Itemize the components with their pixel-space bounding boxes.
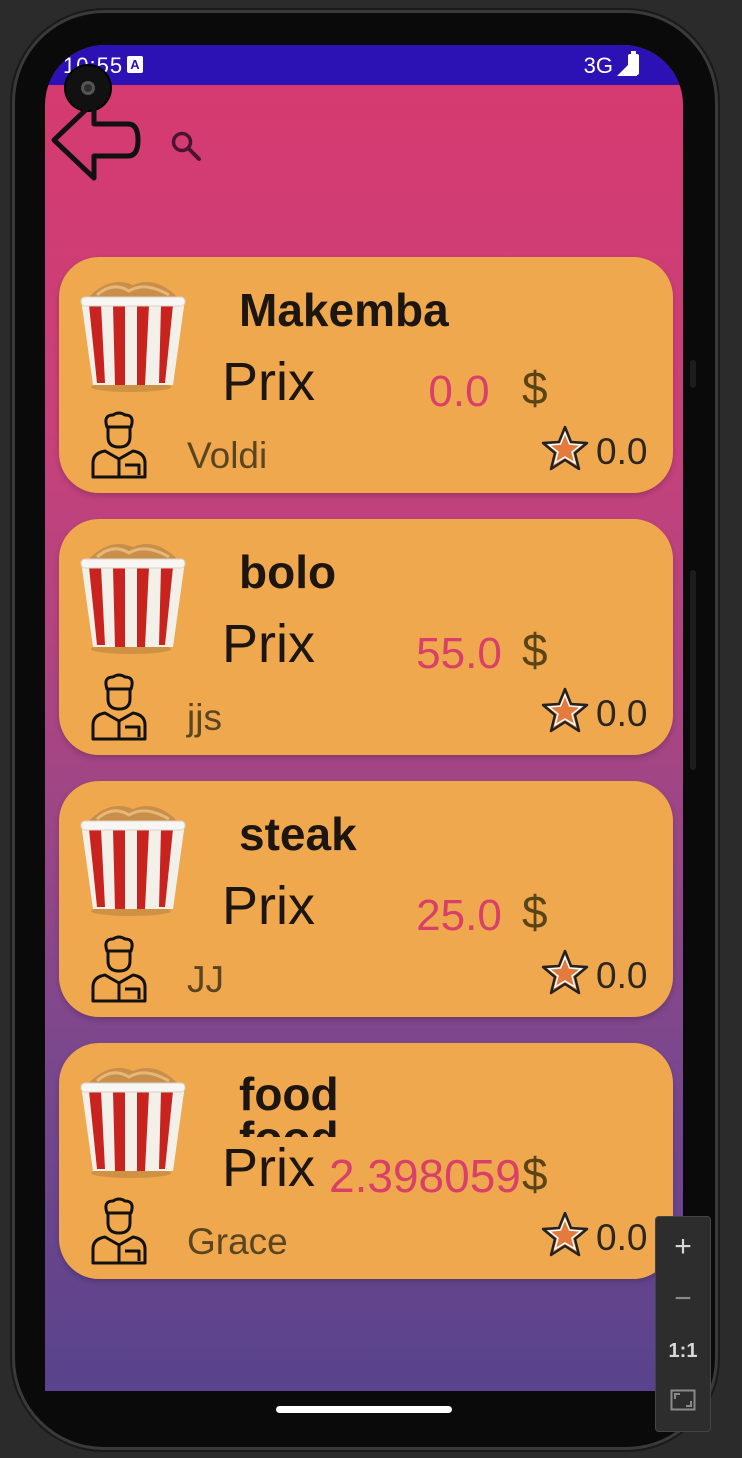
home-indicator[interactable]	[276, 1406, 452, 1413]
currency-symbol: $	[522, 624, 548, 676]
food-bucket-icon	[80, 544, 186, 654]
cook-name: Grace	[187, 1221, 288, 1262]
chef-icon	[91, 411, 147, 479]
food-name: bolo	[239, 546, 337, 598]
star-icon[interactable]	[541, 1211, 589, 1259]
chef-icon	[91, 935, 147, 1003]
price-label: Prix	[222, 876, 315, 936]
cook-name: Voldi	[187, 435, 268, 476]
price-label: Prix	[222, 1138, 315, 1198]
notification-icon: A	[127, 56, 143, 73]
food-name-overflow: food	[239, 1115, 339, 1137]
back-arrow-icon[interactable]	[50, 98, 144, 182]
emulator-zoom-panel: + − 1:1	[655, 1216, 711, 1432]
rating-value: 0.0	[596, 693, 648, 734]
volume-button	[690, 570, 696, 770]
food-bucket-icon	[80, 282, 186, 392]
food-name: steak	[239, 808, 357, 860]
cook-name: JJ	[187, 959, 224, 1000]
currency-symbol: $	[522, 886, 548, 938]
star-icon[interactable]	[541, 687, 589, 735]
zoom-in-button[interactable]: +	[656, 1221, 710, 1273]
food-card[interactable]: Makemba Prix 0.0 $ Voldi 0.0	[59, 257, 673, 493]
star-icon[interactable]	[541, 425, 589, 473]
status-bar: 10:55 A 3G	[45, 45, 683, 85]
currency-symbol: $	[522, 362, 548, 414]
price-value: 0.0	[428, 367, 490, 416]
cook-name: jjs	[187, 697, 222, 738]
food-card[interactable]: steak Prix 25.0 $ JJ 0.0	[59, 781, 673, 1017]
rating-value: 0.0	[596, 955, 648, 996]
actual-size-button[interactable]: 1:1	[656, 1325, 710, 1377]
food-card[interactable]: food food Prix 2.398059 $ Grace 0.0	[59, 1043, 673, 1279]
rating-value: 0.0	[596, 431, 648, 472]
food-name: Makemba	[239, 284, 449, 336]
food-card[interactable]: bolo Prix 55.0 $ jjs 0.0	[59, 519, 673, 755]
food-name: food	[239, 1068, 339, 1120]
zoom-out-button[interactable]: −	[656, 1273, 710, 1325]
currency-symbol: $	[522, 1148, 548, 1200]
price-value: 25.0	[416, 891, 502, 940]
price-value: 55.0	[416, 629, 502, 678]
network-type: 3G	[583, 53, 613, 78]
price-label: Prix	[222, 614, 315, 674]
price-label: Prix	[222, 352, 315, 412]
fit-screen-icon[interactable]	[670, 1389, 696, 1411]
search-icon[interactable]	[168, 128, 204, 164]
chef-icon	[91, 673, 147, 741]
battery-icon	[628, 51, 639, 75]
chef-icon	[91, 1197, 147, 1265]
price-value: 2.398059	[329, 1150, 521, 1202]
rating-value: 0.0	[596, 1217, 648, 1258]
food-bucket-icon	[80, 1068, 186, 1178]
food-bucket-icon	[80, 806, 186, 916]
power-button	[690, 360, 696, 388]
star-icon[interactable]	[541, 949, 589, 997]
